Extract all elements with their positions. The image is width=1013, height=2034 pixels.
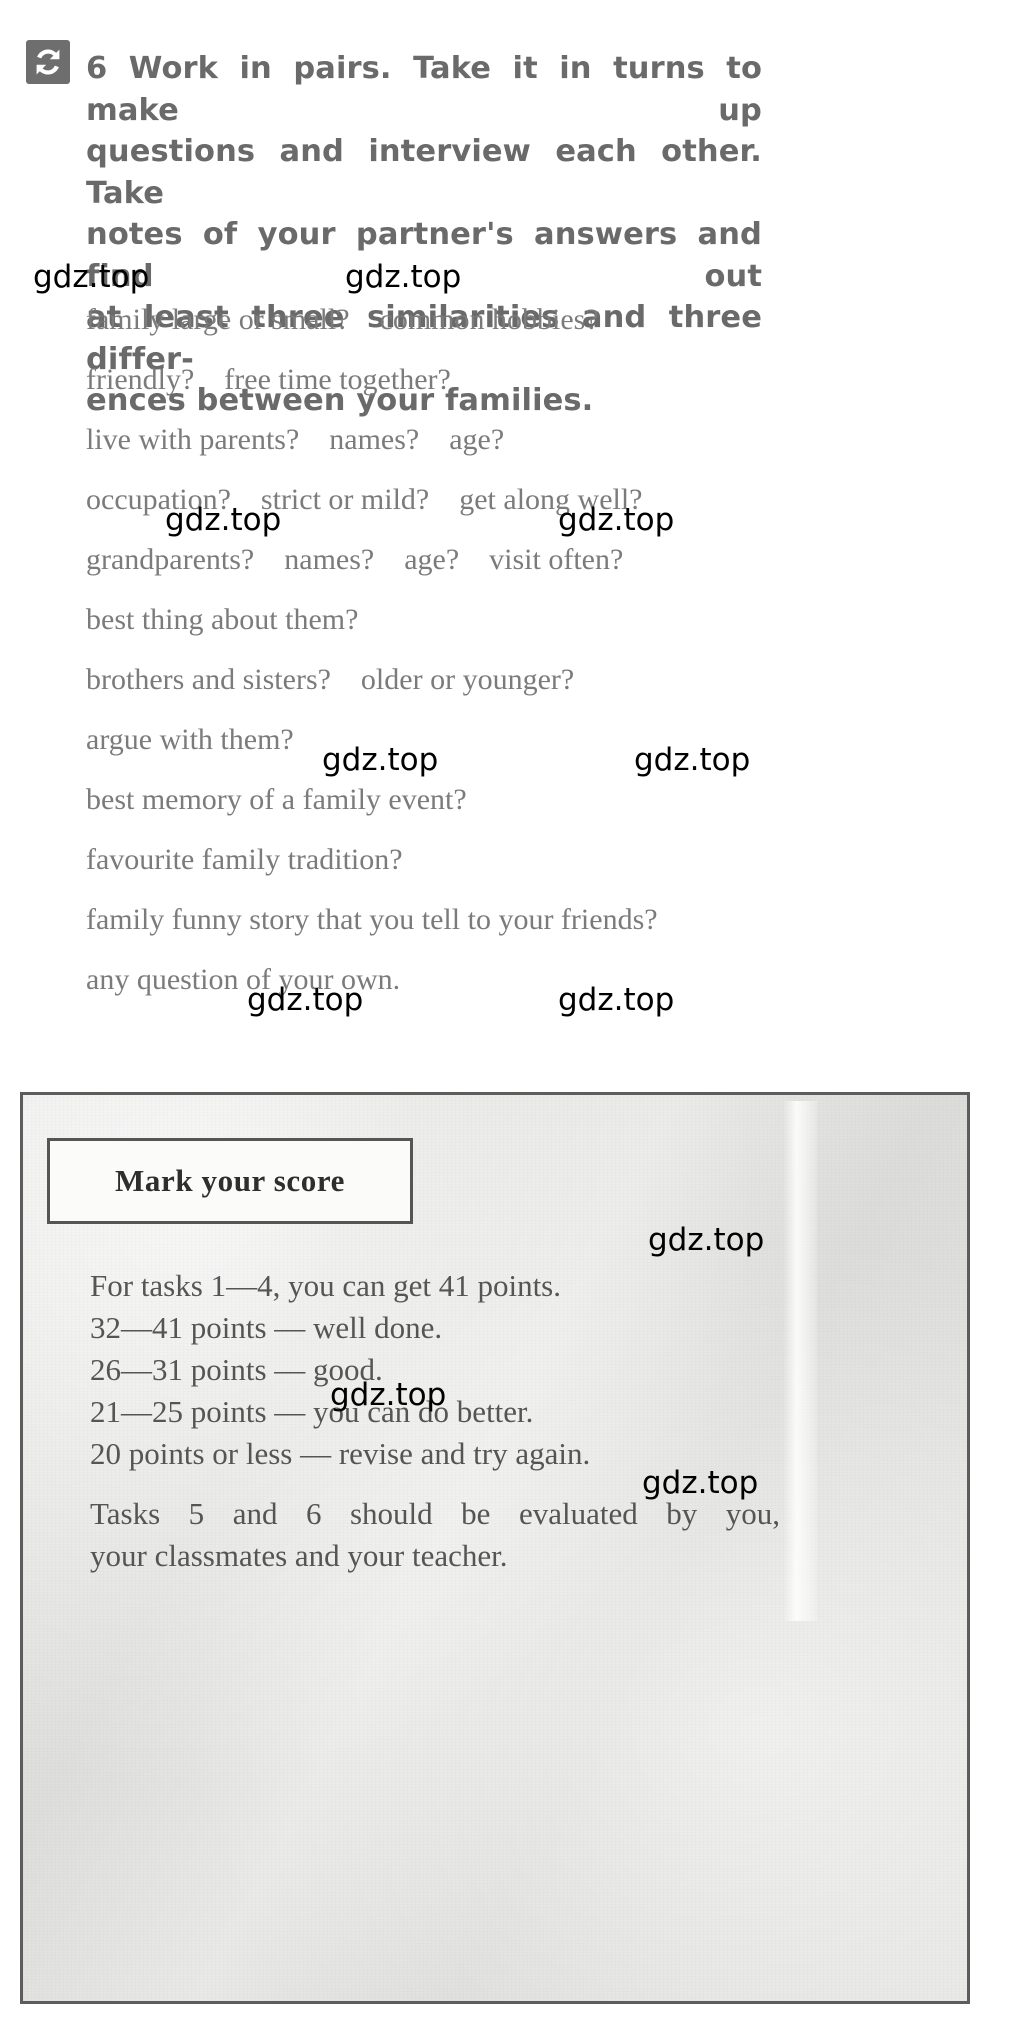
refresh-pair-icon <box>26 40 70 84</box>
prompt-item: live with parents? names? age? <box>86 423 505 456</box>
score-evaluation-note: Tasks 5 and 6 should be evaluated by you… <box>90 1493 780 1577</box>
score-title: Mark your score <box>115 1163 345 1198</box>
watermark-text: gdz.top <box>648 1222 765 1258</box>
prompt-item: any question of your own. <box>86 963 401 996</box>
mark-your-score-panel: Mark your score For tasks 1—4, you can g… <box>20 1092 970 2004</box>
score-note-line: your classmates and your teacher. <box>90 1538 508 1573</box>
watermark-text: gdz.top <box>247 982 364 1018</box>
prompt-item: brothers and sisters? older or younger? <box>86 663 575 696</box>
score-line: 20 points or less — revise and try again… <box>90 1436 591 1471</box>
watermark-text: gdz.top <box>345 259 462 295</box>
prompt-item: friendly? free time together? <box>86 363 451 396</box>
watermark-text: gdz.top <box>33 259 150 295</box>
prompt-item: best memory of a family event? <box>86 783 467 816</box>
score-line: 26—31 points — good. <box>90 1352 383 1387</box>
interview-prompt-list: family large or small? common hobbies? f… <box>86 290 976 1010</box>
prompt-item: best thing about them? <box>86 603 359 636</box>
watermark-text: gdz.top <box>558 982 675 1018</box>
watermark-text: gdz.top <box>558 502 675 538</box>
watermark-text: gdz.top <box>642 1465 759 1501</box>
prompt-item: argue with them? <box>86 723 294 756</box>
watermark-text: gdz.top <box>634 742 751 778</box>
score-title-box: Mark your score <box>47 1138 413 1224</box>
score-line: For tasks 1—4, you can get 41 points. <box>90 1268 561 1303</box>
prompt-item: grandparents? names? age? visit often? <box>86 543 624 576</box>
score-line: 21—25 points — you can do better. <box>90 1394 534 1429</box>
task-6-block: 6 Work in pairs. Take it in turns to mak… <box>0 0 1013 1060</box>
prompt-item: family large or small? common hobbies? <box>86 303 599 336</box>
score-line: 32—41 points — well done. <box>90 1310 443 1345</box>
task-heading-line: questions and interview each other. Take <box>86 134 773 211</box>
watermark-text: gdz.top <box>322 742 439 778</box>
watermark-text: gdz.top <box>330 1377 447 1413</box>
watermark-text: gdz.top <box>165 502 282 538</box>
prompt-item: family funny story that you tell to your… <box>86 903 658 936</box>
task-heading-line: 6 Work in pairs. Take it in turns to mak… <box>86 51 773 128</box>
score-scale-list: For tasks 1—4, you can get 41 points. 32… <box>90 1265 920 1475</box>
prompt-item: favourite family tradition? <box>86 843 403 876</box>
